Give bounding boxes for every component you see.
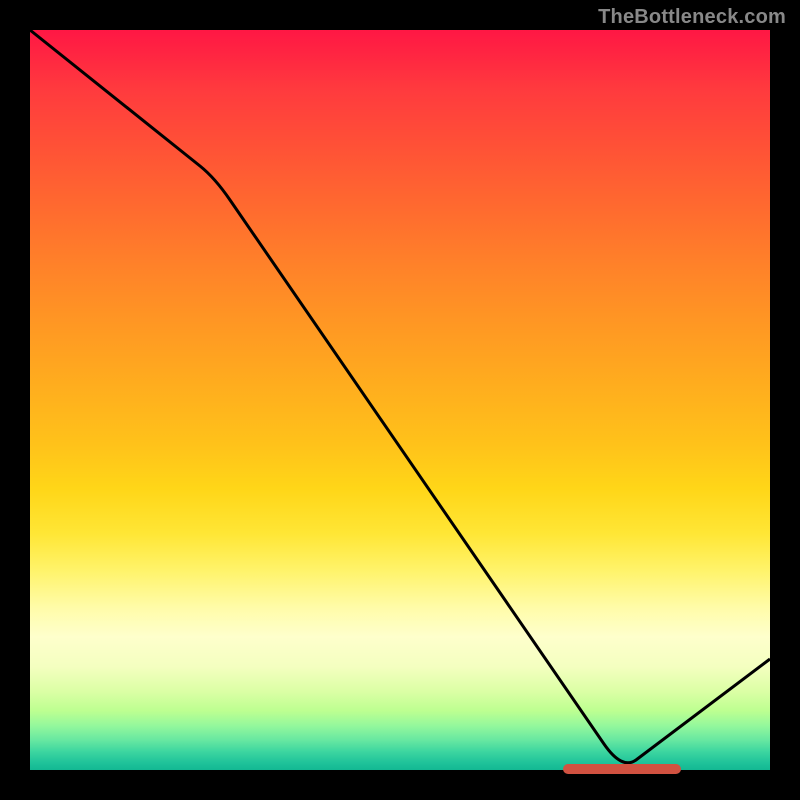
optimal-range-marker xyxy=(563,764,681,774)
chart-container: TheBottleneck.com xyxy=(0,0,800,800)
watermark-text: TheBottleneck.com xyxy=(598,6,786,29)
plot-area xyxy=(30,30,770,770)
bottleneck-curve xyxy=(30,30,770,770)
